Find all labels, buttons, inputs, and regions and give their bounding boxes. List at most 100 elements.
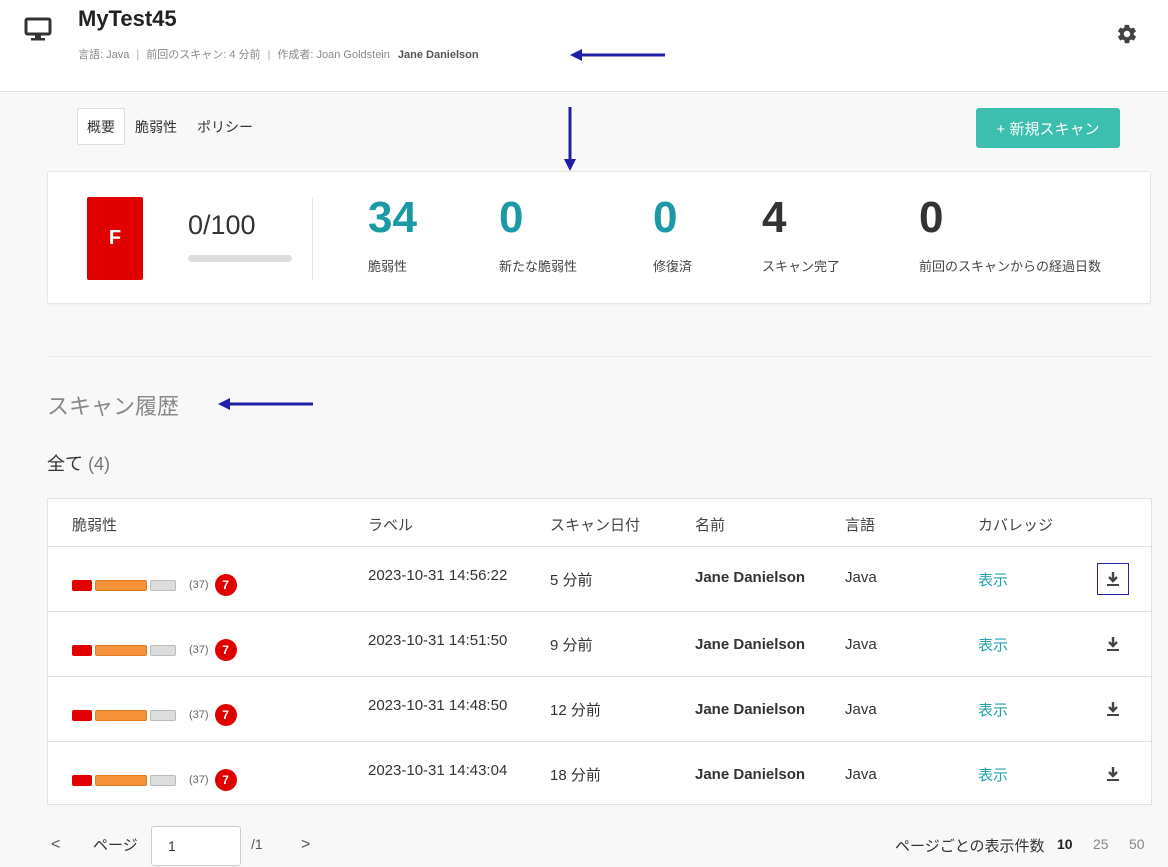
download-icon[interactable]	[1097, 628, 1129, 660]
per-page-option-25[interactable]: 25	[1093, 836, 1109, 852]
critical-badge: 7	[214, 639, 237, 661]
stat-label: スキャン完了	[762, 259, 841, 274]
previous-page-button[interactable]: <	[51, 836, 60, 854]
severity-high-bar	[95, 579, 147, 591]
scan-date: 9 分前	[550, 637, 593, 654]
stat-scans-completed: 4 スキャン完了	[762, 192, 840, 275]
meta-separator: |	[136, 49, 140, 61]
severity-critical-bar	[72, 709, 92, 721]
scan-label: 2023-10-31 14:48:50	[368, 697, 508, 714]
meta-last-scan: 前回のスキャン: 4 分前	[146, 49, 261, 61]
critical-badge: 7	[214, 574, 237, 596]
stat-vulnerabilities: 34 脆弱性	[368, 192, 417, 275]
meta-language: 言語: Java	[78, 49, 130, 61]
coverage-view-link[interactable]: 表示	[978, 634, 1008, 655]
stat-new-vulnerabilities: 0 新たな脆弱性	[499, 192, 577, 275]
stat-label: 新たな脆弱性	[499, 259, 578, 274]
stat-value: 0	[499, 193, 524, 242]
stat-value: 4	[762, 193, 787, 242]
tab-policy[interactable]: ポリシー	[187, 108, 263, 145]
column-header-name: 名前	[695, 517, 726, 534]
vuln-count: (37)	[189, 774, 209, 786]
per-page-label: ページごとの表示件数	[895, 838, 1045, 855]
scan-author: Jane Danielson	[695, 636, 806, 653]
stat-value: 0	[919, 193, 944, 242]
scan-history-table: 脆弱性 ラベル スキャン日付 名前 言語 カバレッジ (37) 7 2023-1…	[47, 498, 1152, 805]
page-total: /1	[251, 836, 263, 852]
severity-low-bar	[150, 644, 176, 656]
coverage-view-link[interactable]: 表示	[978, 699, 1008, 720]
next-page-button[interactable]: >	[301, 836, 310, 854]
column-header-vulnerabilities: 脆弱性	[72, 517, 118, 534]
severity-bars: (37) 7	[72, 574, 237, 596]
table-row: (37) 7 2023-10-31 14:48:50 12 分前 Jane Da…	[48, 677, 1151, 742]
severity-high-bar	[95, 774, 147, 786]
download-icon[interactable]	[1097, 693, 1129, 725]
severity-bars: (37) 7	[72, 639, 237, 661]
scan-date: 18 分前	[550, 767, 601, 784]
download-icon[interactable]	[1097, 758, 1129, 790]
scan-history-title: スキャン履歴	[47, 394, 180, 419]
filter-all[interactable]: 全て (4)	[47, 450, 110, 476]
severity-critical-bar	[72, 774, 92, 786]
meta-separator: |	[267, 49, 271, 61]
meta-author: Jane Danielson	[397, 49, 479, 61]
column-header-label: ラベル	[368, 517, 414, 534]
scan-label: 2023-10-31 14:43:04	[368, 762, 508, 779]
severity-bars: (37) 7	[72, 769, 237, 791]
per-page-option-50[interactable]: 50	[1129, 836, 1145, 852]
critical-badge: 7	[214, 704, 237, 726]
stat-fixed: 0 修復済	[653, 192, 692, 275]
scan-author: Jane Danielson	[695, 701, 806, 718]
card-divider	[312, 197, 313, 280]
coverage-view-link[interactable]: 表示	[978, 569, 1008, 590]
severity-bars: (37) 7	[72, 704, 237, 726]
scan-date: 5 分前	[550, 572, 593, 589]
page-header: MyTest45 言語: Java | 前回のスキャン: 4 分前 | 作成者: Joa…	[0, 0, 1168, 92]
scan-author: Jane Danielson	[695, 569, 806, 586]
column-header-language: 言語	[845, 517, 876, 534]
severity-high-bar	[95, 644, 147, 656]
project-meta: 言語: Java | 前回のスキャン: 4 分前 | 作成者: Joan Goldste…	[78, 46, 479, 62]
monitor-icon	[24, 17, 52, 41]
pagination: < ページ /1 > ページごとの表示件数 10 25 50	[47, 826, 1152, 866]
page-label: ページ	[93, 837, 138, 854]
stat-days-since-scan: 0 前回のスキャンからの経過日数	[919, 192, 1101, 275]
severity-low-bar	[150, 579, 176, 591]
stat-label: 脆弱性	[368, 259, 408, 274]
vuln-count: (37)	[189, 709, 209, 721]
table-header: 脆弱性 ラベル スキャン日付 名前 言語 カバレッジ	[48, 499, 1151, 547]
scan-date: 12 分前	[550, 702, 601, 719]
table-row: (37) 7 2023-10-31 14:56:22 5 分前 Jane Dan…	[48, 547, 1151, 612]
filter-label: 全て	[47, 454, 83, 474]
tab-overview[interactable]: 概要	[77, 108, 125, 145]
download-icon[interactable]	[1097, 563, 1129, 595]
score-text: 0/100	[188, 210, 256, 240]
gear-icon[interactable]	[1116, 23, 1138, 45]
project-title: MyTest45	[78, 6, 177, 31]
page-number-input[interactable]	[151, 826, 241, 866]
column-header-coverage: カバレッジ	[978, 517, 1054, 534]
vuln-count: (37)	[189, 644, 209, 656]
severity-high-bar	[95, 709, 147, 721]
severity-critical-bar	[72, 644, 92, 656]
severity-critical-bar	[72, 579, 92, 591]
stat-label: 修復済	[653, 259, 693, 274]
annotation-arrow-left	[218, 398, 313, 410]
table-row: (37) 7 2023-10-31 14:43:04 18 分前 Jane Da…	[48, 742, 1151, 807]
coverage-view-link[interactable]: 表示	[978, 764, 1008, 785]
new-scan-button[interactable]: + 新規スキャン	[976, 108, 1120, 148]
grade-badge: F	[87, 197, 143, 280]
tab-vulnerabilities[interactable]: 脆弱性	[125, 108, 187, 145]
score-bar	[188, 255, 292, 262]
main-content: 概要 脆弱性 ポリシー + 新規スキャン F 0/100 34 脆弱性 0 新た…	[0, 93, 1168, 867]
column-header-scan-date: スキャン日付	[550, 517, 641, 534]
stat-label: 前回のスキャンからの経過日数	[919, 259, 1102, 274]
scan-language: Java	[845, 701, 877, 718]
severity-low-bar	[150, 709, 176, 721]
vuln-count: (37)	[189, 579, 209, 591]
per-page-option-10[interactable]: 10	[1057, 836, 1073, 852]
scan-language: Java	[845, 636, 877, 653]
summary-card: F 0/100 34 脆弱性 0 新たな脆弱性 0 修復済 4 スキャン完了 0…	[47, 171, 1151, 304]
severity-low-bar	[150, 774, 176, 786]
